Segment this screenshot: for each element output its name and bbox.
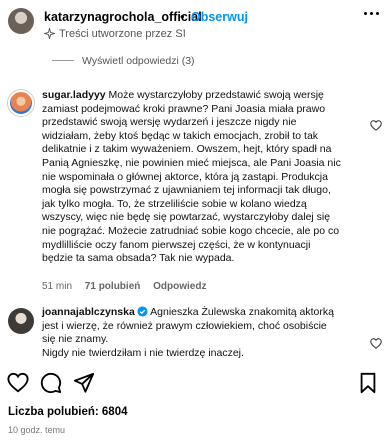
comment-time: 51 min: [42, 281, 73, 292]
comment-body: sugar.ladyyy Może wystarczyłoby przedsta…: [42, 89, 362, 266]
post-likes-count[interactable]: Liczba polubień: 6804: [8, 406, 128, 418]
comment-line: zamiast podejmować kroki prawne? Pani Jo…: [42, 102, 326, 115]
comment-text: Agnieszka Żulewska znakomitą aktorką: [150, 306, 334, 318]
post-header: katarzynagrochola_official • Obserwuj Tr…: [0, 0, 387, 44]
heart-icon[interactable]: [7, 372, 29, 394]
post-timestamp: 10 godz. temu: [8, 425, 66, 435]
verified-badge-icon: [137, 306, 148, 317]
author-avatar[interactable]: [8, 8, 34, 34]
action-bar: [0, 372, 387, 398]
comment-line: nie pogrążać. Możecie zatrudniać sobie k…: [42, 224, 340, 237]
ai-sparkle-icon: [44, 28, 55, 39]
comment-line: będzie ta sama obsada? Tak nie wypada.: [42, 252, 235, 265]
follow-button[interactable]: Obserwuj: [191, 10, 248, 24]
comment-icon[interactable]: [40, 372, 62, 394]
comment-like-icon[interactable]: [370, 338, 382, 349]
comment-line: mogła się powstrzymać z ujawnianiem tej …: [42, 184, 331, 197]
comment-body: joannajablczynska Agnieszka Żulewska zna…: [42, 306, 362, 360]
comment-text: Może wystarczyłoby przedstawić swoją wer…: [108, 89, 324, 101]
comment-line: delikatnie i z takim wyważeniem. Owszem,…: [42, 143, 332, 156]
ai-content-label[interactable]: Treści utworzone przez SI: [44, 28, 186, 40]
comment-line: się nie znamy.: [42, 333, 109, 346]
view-replies-button[interactable]: Wyświetl odpowiedzi (3): [52, 55, 195, 67]
comment-line: przedstawić swoją wersję wydarzeń i jesz…: [42, 116, 297, 129]
author-username[interactable]: katarzynagrochola_official: [44, 10, 202, 24]
comment-username[interactable]: sugar.ladyyy: [42, 89, 106, 101]
comment-line: Panią Agnieszkę, nie powinien mieć miejs…: [42, 156, 341, 169]
comment-line: jest i wierzę, że również prawym człowie…: [42, 319, 327, 332]
comment-line: Nigdy nie twierdziłam i nie twierdzę ina…: [42, 346, 244, 359]
comment-line: mydlilliście oczy fanom pierwszej części…: [42, 238, 311, 251]
send-icon[interactable]: [73, 372, 95, 394]
comment-line: widziałam, żeby ktoś będąc w takich emoc…: [42, 129, 319, 142]
ai-content-text: Treści utworzone przez SI: [59, 28, 186, 40]
view-replies-label: Wyświetl odpowiedzi (3): [82, 55, 195, 67]
comment-line: jak tylko mogła. To, że strzeliliście so…: [42, 197, 307, 210]
comment-line: wszyscy, więc nie będę się powtarzać, wy…: [42, 211, 331, 224]
more-icon[interactable]: [364, 10, 380, 18]
comment-line: sugar.ladyyy Może wystarczyłoby przedsta…: [42, 89, 362, 103]
comment-like-icon[interactable]: [370, 120, 382, 131]
reply-button[interactable]: Odpowiedz: [153, 281, 206, 292]
bookmark-icon[interactable]: [357, 372, 379, 394]
comment-likes[interactable]: 71 polubień: [85, 281, 141, 292]
comment-line: nie wspominała o głównej aktorce, która …: [42, 170, 328, 183]
comment-line: joannajablczynska Agnieszka Żulewska zna…: [42, 306, 362, 320]
comment-username[interactable]: joannajablczynska: [42, 306, 135, 318]
separator-dot: •: [180, 9, 185, 24]
comment-meta: 51 min 71 polubień Odpowiedz: [42, 281, 206, 292]
comment-avatar[interactable]: [8, 90, 34, 116]
comment-avatar[interactable]: [8, 308, 34, 334]
replies-divider-line: [52, 60, 74, 61]
